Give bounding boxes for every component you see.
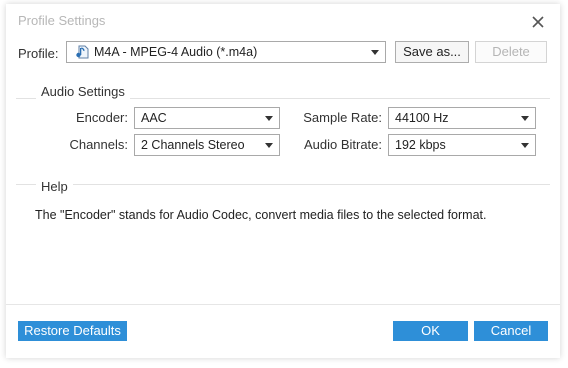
help-text: The "Encoder" stands for Audio Codec, co…: [35, 208, 487, 222]
audio-bitrate-value: 192 kbps: [395, 138, 446, 152]
save-as-button[interactable]: Save as...: [395, 41, 469, 63]
dialog-footer: Restore Defaults OK Cancel: [6, 304, 560, 358]
dialog-title: Profile Settings: [18, 13, 106, 28]
encoder-value: AAC: [141, 111, 167, 125]
audio-bitrate-select[interactable]: 192 kbps: [388, 134, 536, 156]
encoder-label: Encoder:: [75, 110, 128, 125]
chevron-down-icon: [371, 50, 379, 55]
chevron-down-icon: [265, 116, 273, 121]
profile-label: Profile:: [18, 46, 59, 61]
close-button[interactable]: [526, 10, 550, 34]
help-header: Help: [36, 179, 73, 194]
sample-rate-value: 44100 Hz: [395, 111, 449, 125]
restore-defaults-button[interactable]: Restore Defaults: [18, 321, 127, 341]
sample-rate-label: Sample Rate:: [303, 110, 382, 125]
chevron-down-icon: [521, 143, 529, 148]
title-bar: Profile Settings: [6, 4, 560, 38]
ok-button[interactable]: OK: [393, 321, 468, 341]
cancel-button[interactable]: Cancel: [474, 321, 548, 341]
channels-label: Channels:: [69, 137, 128, 152]
profile-select[interactable]: M4A - MPEG-4 Audio (*.m4a): [66, 41, 386, 63]
audio-settings-header: Audio Settings: [36, 84, 130, 99]
channels-select[interactable]: 2 Channels Stereo: [134, 134, 280, 156]
audio-file-icon: [74, 44, 90, 60]
help-divider: [16, 184, 550, 185]
delete-button[interactable]: Delete: [475, 41, 547, 63]
profile-settings-dialog: Profile Settings Profile: M4A - MPEG-4 A…: [6, 4, 560, 358]
channels-value: 2 Channels Stereo: [141, 138, 245, 152]
close-icon: [532, 16, 544, 28]
chevron-down-icon: [265, 143, 273, 148]
profile-select-value: M4A - MPEG-4 Audio (*.m4a): [94, 45, 258, 59]
sample-rate-select[interactable]: 44100 Hz: [388, 107, 536, 129]
audio-bitrate-label: Audio Bitrate:: [303, 137, 382, 152]
encoder-select[interactable]: AAC: [134, 107, 280, 129]
chevron-down-icon: [521, 116, 529, 121]
